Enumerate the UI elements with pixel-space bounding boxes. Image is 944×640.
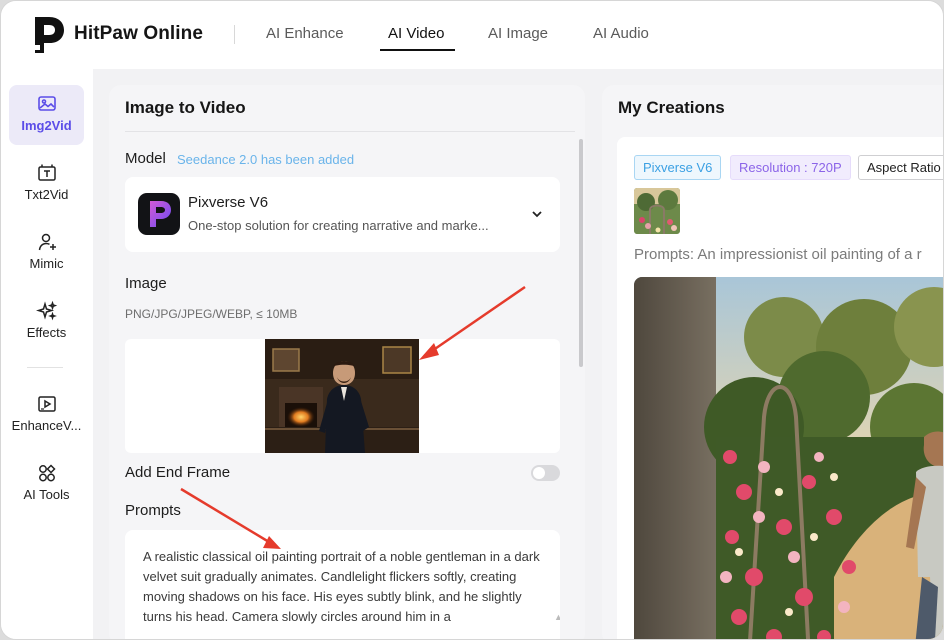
tools-grid-icon	[38, 464, 56, 482]
chevron-down-icon[interactable]	[530, 207, 544, 221]
model-label: Model	[125, 150, 166, 167]
image-upload-area[interactable]	[125, 339, 560, 453]
sidebar-item-label: Mimic	[29, 256, 64, 271]
hd-video-icon	[37, 396, 56, 412]
uploaded-image-thumbnail[interactable]	[265, 339, 419, 453]
creations-title: My Creations	[618, 98, 725, 117]
top-header: HitPaw Online AI Enhance AI Video AI Ima…	[1, 1, 943, 69]
tab-ai-video[interactable]: AI Video	[388, 25, 444, 42]
model-chip: Pixverse V6	[634, 155, 722, 180]
tool-sidebar: Img2Vid Txt2Vid Mimic Effects EnhanceV..…	[1, 69, 93, 639]
person-sparkle-icon	[38, 233, 56, 251]
sidebar-item-ai-tools[interactable]: AI Tools	[9, 454, 84, 514]
panel-scrollbar[interactable]	[579, 139, 583, 367]
tab-ai-audio[interactable]: AI Audio	[593, 25, 649, 42]
creation-prompt-text: Prompts: An impressionist oil painting o…	[634, 246, 922, 263]
generated-video-preview[interactable]	[634, 277, 943, 639]
sidebar-item-effects[interactable]: Effects	[9, 292, 84, 352]
aspect-ratio-chip: Aspect Ratio	[858, 155, 943, 180]
header-divider	[234, 25, 235, 44]
hitpaw-logo-icon[interactable]	[31, 15, 65, 55]
image-format-hint: PNG/JPG/JPEG/WEBP, ≤ 10MB	[125, 307, 298, 321]
sidebar-item-label: AI Tools	[23, 487, 70, 502]
panel-title: Image to Video	[125, 98, 246, 117]
text-frame-icon	[37, 164, 56, 181]
sparkles-icon	[35, 300, 57, 321]
image-to-video-panel: Image to Video Model Seedance 2.0 has be…	[109, 85, 585, 639]
sidebar-item-label: Effects	[26, 325, 67, 340]
resolution-chip: Resolution : 720P	[730, 155, 851, 180]
reference-image-thumbnail[interactable]	[634, 188, 680, 234]
model-name: Pixverse V6	[188, 194, 269, 211]
sidebar-item-mimic[interactable]: Mimic	[9, 223, 84, 283]
sidebar-item-enhance-video[interactable]: EnhanceV...	[9, 385, 84, 445]
panel-divider	[125, 131, 575, 132]
prompt-scroll-arrow-icon[interactable]: ▲	[554, 612, 560, 622]
image-label: Image	[125, 275, 167, 292]
model-description: One-stop solution for creating narrative…	[188, 218, 489, 233]
app-window: HitPaw Online AI Enhance AI Video AI Ima…	[0, 0, 944, 640]
prompt-textarea[interactable]: A realistic classical oil painting portr…	[125, 530, 560, 639]
prompt-text: A realistic classical oil painting portr…	[143, 549, 540, 624]
tab-ai-enhance[interactable]: AI Enhance	[266, 25, 344, 42]
my-creations-panel: My Creations Pixverse V6 Resolution : 72…	[602, 85, 943, 639]
end-frame-toggle[interactable]	[531, 465, 560, 481]
prompts-label: Prompts	[125, 502, 181, 519]
model-select[interactable]: Pixverse V6 One-stop solution for creati…	[125, 177, 560, 252]
sidebar-item-label: Txt2Vid	[24, 187, 69, 202]
active-tab-underline	[380, 49, 455, 51]
brand-name[interactable]: HitPaw Online	[74, 23, 203, 45]
end-frame-label: Add End Frame	[125, 464, 231, 481]
sidebar-item-img2vid[interactable]: Img2Vid	[9, 85, 84, 145]
sidebar-item-txt2vid[interactable]: Txt2Vid	[9, 154, 84, 214]
model-note: Seedance 2.0 has been added	[177, 152, 355, 167]
sidebar-item-label: Img2Vid	[21, 118, 72, 133]
pixverse-logo-icon	[138, 193, 180, 235]
image-icon	[37, 96, 56, 111]
creation-card: Pixverse V6 Resolution : 720P Aspect Rat…	[617, 137, 943, 639]
sidebar-divider	[27, 367, 63, 368]
sidebar-item-label: EnhanceV...	[11, 418, 82, 433]
tab-ai-image[interactable]: AI Image	[488, 25, 548, 42]
